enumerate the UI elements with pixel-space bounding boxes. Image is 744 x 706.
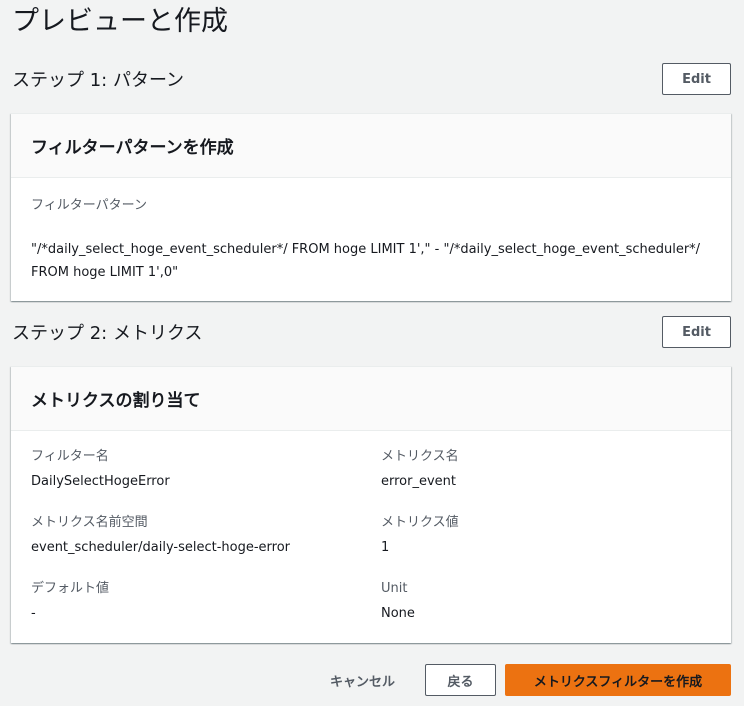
footer-actions: キャンセル 戻る メトリクスフィルターを作成: [330, 664, 731, 696]
field-metric-value: メトリクス値 1: [381, 513, 711, 559]
field-value: -: [31, 606, 36, 621]
filter-pattern-line-1: "/*daily_select_hoge_event_scheduler*/ F…: [31, 242, 701, 257]
field-label: メトリクス名: [381, 449, 459, 464]
step-1-title: ステップ 1: パターン: [12, 70, 185, 91]
pattern-panel: フィルターパターンを作成 フィルターパターン "/*daily_select_h…: [11, 113, 731, 301]
field-label: フィルター名: [31, 449, 109, 464]
metrics-fields: フィルター名 DailySelectHogeError メトリクス名 error…: [31, 431, 711, 625]
step-1-edit-button[interactable]: Edit: [662, 63, 731, 95]
field-metric-namespace: メトリクス名前空間 event_scheduler/daily-select-h…: [31, 513, 381, 559]
field-label: メトリクス名前空間: [31, 515, 148, 530]
field-label: メトリクス値: [381, 515, 459, 530]
page-title: プレビューと作成: [12, 6, 228, 37]
metrics-panel-body: フィルター名 DailySelectHogeError メトリクス名 error…: [11, 431, 731, 625]
metrics-panel: メトリクスの割り当て フィルター名 DailySelectHogeError メ…: [11, 366, 731, 643]
pattern-panel-title: フィルターパターンを作成: [11, 114, 731, 178]
filter-pattern-label: フィルターパターン: [31, 198, 147, 213]
metrics-panel-title: メトリクスの割り当て: [11, 367, 731, 431]
cancel-button[interactable]: キャンセル: [330, 664, 425, 696]
filter-pattern-value: "/*daily_select_hoge_event_scheduler*/ F…: [31, 238, 711, 284]
field-value: 1: [381, 540, 390, 555]
field-value: event_scheduler/daily-select-hoge-error: [31, 540, 291, 555]
step-2-title: ステップ 2: メトリクス: [12, 323, 203, 344]
create-metric-filter-button[interactable]: メトリクスフィルターを作成: [505, 664, 731, 696]
field-filter-name: フィルター名 DailySelectHogeError: [31, 447, 381, 493]
field-value: error_event: [381, 474, 456, 489]
field-value: DailySelectHogeError: [31, 474, 170, 489]
field-default-value: デフォルト値 -: [31, 579, 381, 625]
field-label: デフォルト値: [31, 581, 110, 596]
page: プレビューと作成 ステップ 1: パターン Edit フィルターパターンを作成 …: [0, 0, 744, 706]
filter-pattern-line-2: FROM hoge LIMIT 1',0": [31, 265, 179, 280]
back-button[interactable]: 戻る: [425, 664, 496, 696]
step-1-header: ステップ 1: パターン Edit: [12, 62, 731, 96]
field-value: None: [381, 606, 415, 621]
step-2-edit-button[interactable]: Edit: [662, 316, 731, 348]
field-label: Unit: [381, 581, 408, 596]
field-unit: Unit None: [381, 579, 711, 625]
step-2-header: ステップ 2: メトリクス Edit: [12, 315, 731, 349]
field-metric-name: メトリクス名 error_event: [381, 447, 711, 493]
pattern-panel-body: フィルターパターン "/*daily_select_hoge_event_sch…: [11, 178, 731, 284]
